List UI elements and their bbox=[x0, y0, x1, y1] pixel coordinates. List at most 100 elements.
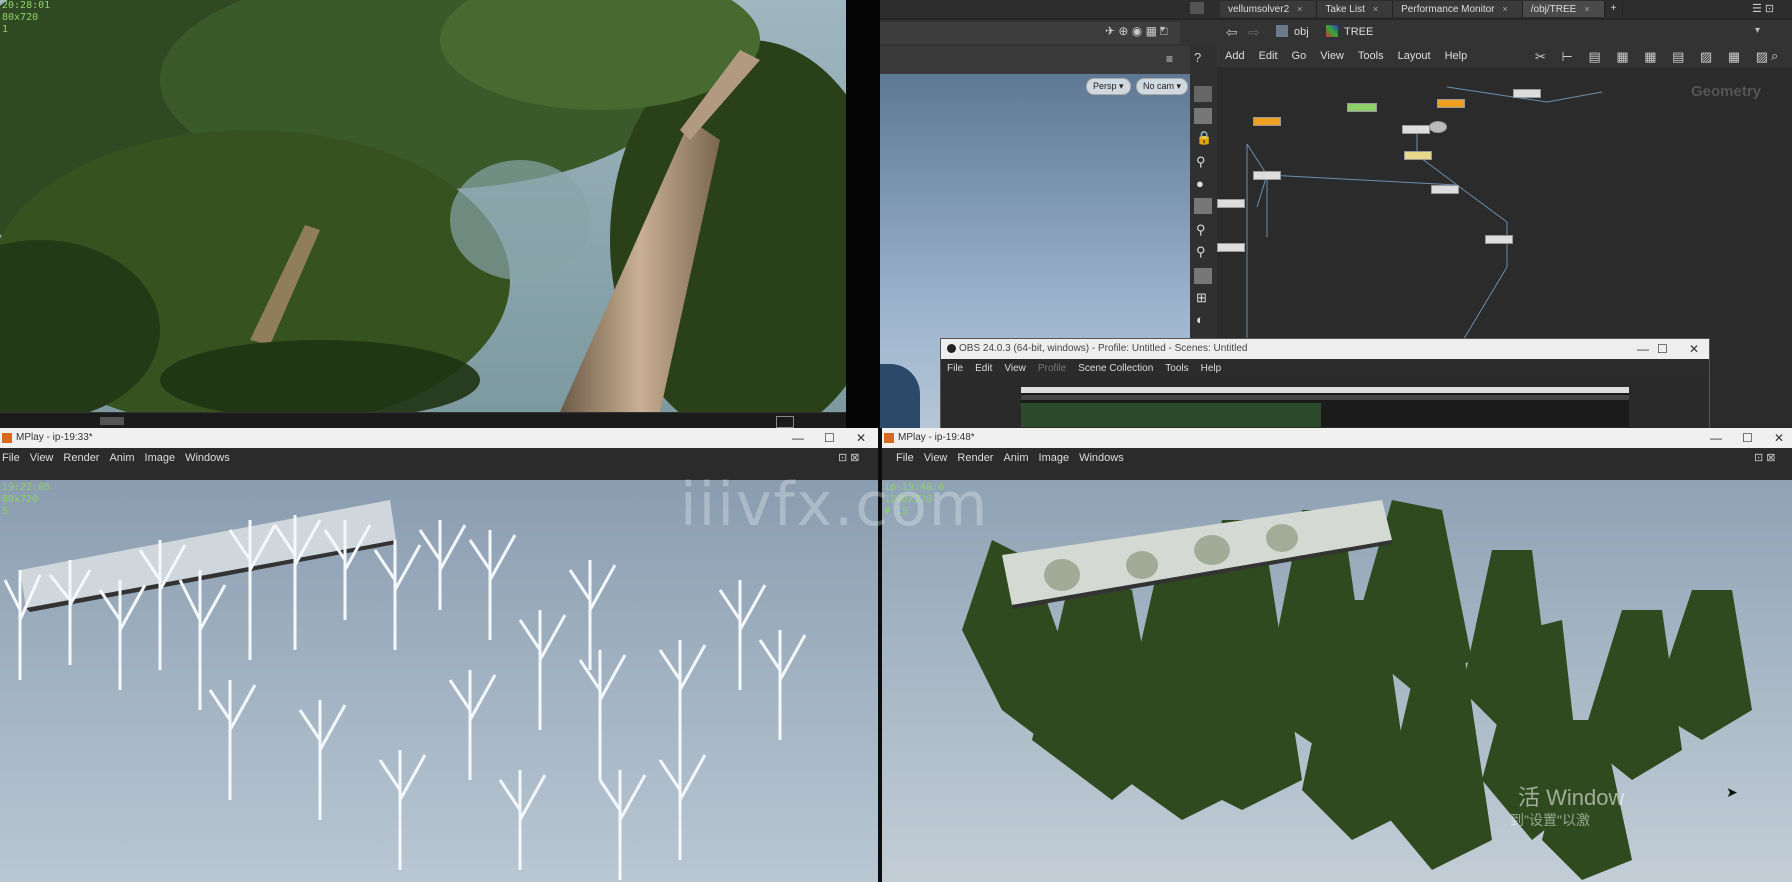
display-mode-icon[interactable] bbox=[1194, 108, 1212, 124]
menu-windows[interactable]: Windows bbox=[1079, 448, 1124, 468]
camera-icon[interactable] bbox=[1194, 268, 1212, 284]
node-white[interactable] bbox=[1217, 243, 1245, 252]
mplay-render-left[interactable]: 19:22:05 80x720 5 bbox=[0, 480, 878, 882]
path-obj[interactable]: obj bbox=[1294, 26, 1309, 38]
node-orange[interactable] bbox=[1437, 99, 1465, 108]
node-white[interactable] bbox=[1431, 185, 1459, 194]
timeline-end-marker[interactable] bbox=[776, 416, 794, 428]
mplay-title: MPlay - ip-19:33* bbox=[16, 432, 93, 443]
help-icon[interactable]: ? bbox=[1194, 50, 1201, 65]
node-yellow[interactable] bbox=[1404, 151, 1432, 160]
obs-menu-help[interactable]: Help bbox=[1201, 359, 1222, 379]
camera-button[interactable]: No cam ▾ bbox=[1136, 78, 1189, 95]
menu-anim[interactable]: Anim bbox=[1003, 448, 1028, 468]
close-icon[interactable]: ✕ bbox=[1689, 339, 1699, 359]
obs-menu-file[interactable]: File bbox=[947, 359, 963, 379]
tab-obj-tree[interactable]: /obj/TREE × bbox=[1522, 1, 1605, 17]
add-tab-button[interactable]: + bbox=[1605, 1, 1624, 17]
light-icon[interactable] bbox=[1194, 198, 1212, 214]
node-green[interactable] bbox=[1347, 103, 1377, 112]
path-tree[interactable]: TREE bbox=[1344, 26, 1373, 38]
obs-menu-scene-collection[interactable]: Scene Collection bbox=[1078, 359, 1153, 379]
maximize-icon[interactable]: ☐ bbox=[1742, 428, 1753, 448]
close-icon[interactable]: × bbox=[1584, 4, 1589, 14]
menu-edit[interactable]: Edit bbox=[1259, 50, 1278, 62]
layout-icon[interactable]: ⊡ ⊠ bbox=[1754, 448, 1776, 468]
divider-gap bbox=[846, 0, 880, 428]
menu-image[interactable]: Image bbox=[1039, 448, 1070, 468]
menu-tools[interactable]: Tools bbox=[1358, 50, 1384, 62]
activate-windows-hint: 到"设置"以激 bbox=[1510, 812, 1590, 828]
tab-performance-monitor[interactable]: Performance Monitor × bbox=[1393, 1, 1523, 17]
node-white[interactable] bbox=[1253, 171, 1281, 180]
tab-take-list[interactable]: Take List × bbox=[1317, 1, 1394, 17]
menu-windows[interactable]: Windows bbox=[185, 448, 230, 468]
menu-help[interactable]: Help bbox=[1445, 50, 1468, 62]
close-icon[interactable]: × bbox=[1373, 4, 1378, 14]
viewport-tool-icons[interactable]: ✈ ⊕ ◉ ▦ □ bbox=[1105, 24, 1168, 38]
menu-view[interactable]: View bbox=[30, 448, 54, 468]
hud-resolution: 80x720 bbox=[2, 494, 39, 505]
obs-menu-profile[interactable]: Profile bbox=[1038, 359, 1066, 379]
menu-file[interactable]: File bbox=[2, 448, 20, 468]
forward-arrow-icon[interactable]: ⇨ bbox=[1248, 24, 1260, 41]
network-menu: Add Edit Go View Tools Layout Help bbox=[1225, 50, 1467, 62]
pane-menu-icon[interactable] bbox=[1190, 2, 1204, 14]
pin-icon[interactable]: ⚲ bbox=[1196, 154, 1206, 170]
obs-menubar: File Edit View Profile Scene Collection … bbox=[941, 359, 1709, 379]
node-white[interactable] bbox=[1402, 125, 1430, 134]
menu-go[interactable]: Go bbox=[1292, 50, 1307, 62]
marker-icon[interactable]: ⚲ bbox=[1196, 222, 1206, 238]
node-orange[interactable] bbox=[1253, 117, 1281, 126]
search-icon[interactable]: ⌕ bbox=[1771, 48, 1778, 64]
obs-menu-tools[interactable]: Tools bbox=[1165, 359, 1188, 379]
layout-icon[interactable]: ⊡ ⊠ bbox=[838, 448, 860, 468]
display-icon[interactable] bbox=[1194, 86, 1212, 102]
maximize-icon[interactable]: ☐ bbox=[1657, 339, 1668, 359]
node-merge[interactable] bbox=[1429, 121, 1447, 133]
menu-anim[interactable]: Anim bbox=[109, 448, 134, 468]
menu-render[interactable]: Render bbox=[63, 448, 99, 468]
grid-icon[interactable]: ⊞ bbox=[1196, 290, 1207, 306]
close-icon[interactable]: ✕ bbox=[1774, 428, 1784, 448]
menu-view[interactable]: View bbox=[924, 448, 948, 468]
pane-options[interactable]: ☰ ⊡ bbox=[1752, 2, 1782, 16]
render-icon[interactable]: ◐ bbox=[1196, 312, 1204, 327]
minimize-icon[interactable]: — bbox=[792, 428, 804, 448]
menu-view[interactable]: View bbox=[1320, 50, 1344, 62]
menu-layout[interactable]: Layout bbox=[1398, 50, 1431, 62]
timeline-handle[interactable] bbox=[100, 417, 124, 425]
snap-icon[interactable]: ⚲ bbox=[1196, 244, 1206, 260]
persp-button[interactable]: Persp ▾ bbox=[1086, 78, 1131, 95]
sphere-icon[interactable]: ● bbox=[1196, 176, 1204, 191]
minimize-icon[interactable]: — bbox=[1637, 339, 1649, 359]
close-icon[interactable]: × bbox=[1297, 4, 1302, 14]
lock-icon[interactable]: 🔒 bbox=[1196, 130, 1212, 146]
mplay-render-right[interactable]: ip-19:48:0 1280x720 # 15 bbox=[882, 480, 1792, 882]
path-dropdown-icon[interactable]: ▾ bbox=[1755, 25, 1760, 36]
network-tool-icons[interactable]: ✂ ⊢ ▤ ▦ ▦ ▤ ▨ ▦ ▨ bbox=[1535, 49, 1774, 65]
node-white[interactable] bbox=[1513, 89, 1541, 98]
viewport-menu-icon[interactable]: ≡ bbox=[1166, 52, 1173, 66]
close-icon[interactable]: ✕ bbox=[856, 428, 866, 448]
close-icon[interactable]: × bbox=[1503, 4, 1508, 14]
obs-menu-edit[interactable]: Edit bbox=[975, 359, 992, 379]
node-white[interactable] bbox=[1485, 235, 1513, 244]
menu-image[interactable]: Image bbox=[145, 448, 176, 468]
obs-preview[interactable] bbox=[1021, 387, 1629, 427]
menu-render[interactable]: Render bbox=[957, 448, 993, 468]
playback-timeline[interactable] bbox=[0, 412, 846, 429]
node-white[interactable] bbox=[1217, 199, 1245, 208]
menu-add[interactable]: Add bbox=[1225, 50, 1245, 62]
menu-file[interactable]: File bbox=[896, 448, 914, 468]
maximize-icon[interactable]: ☐ bbox=[824, 428, 835, 448]
obs-window: OBS 24.0.3 (64-bit, windows) - Profile: … bbox=[940, 338, 1710, 430]
tab-vellumsolver2[interactable]: vellumsolver2 × bbox=[1220, 1, 1318, 17]
mplay-left-hud: 19:22:05 80x720 5 bbox=[2, 482, 50, 518]
forest-hud-time: 20:28:01 bbox=[2, 0, 51, 11]
mplay-window-right: MPlay - ip-19:48* — ☐ ✕ File View Render… bbox=[882, 428, 1792, 882]
obs-menu-view[interactable]: View bbox=[1004, 359, 1026, 379]
back-arrow-icon[interactable]: ⇦ bbox=[1226, 24, 1238, 41]
network-context-label: Geometry bbox=[1691, 83, 1762, 100]
minimize-icon[interactable]: — bbox=[1710, 428, 1722, 448]
